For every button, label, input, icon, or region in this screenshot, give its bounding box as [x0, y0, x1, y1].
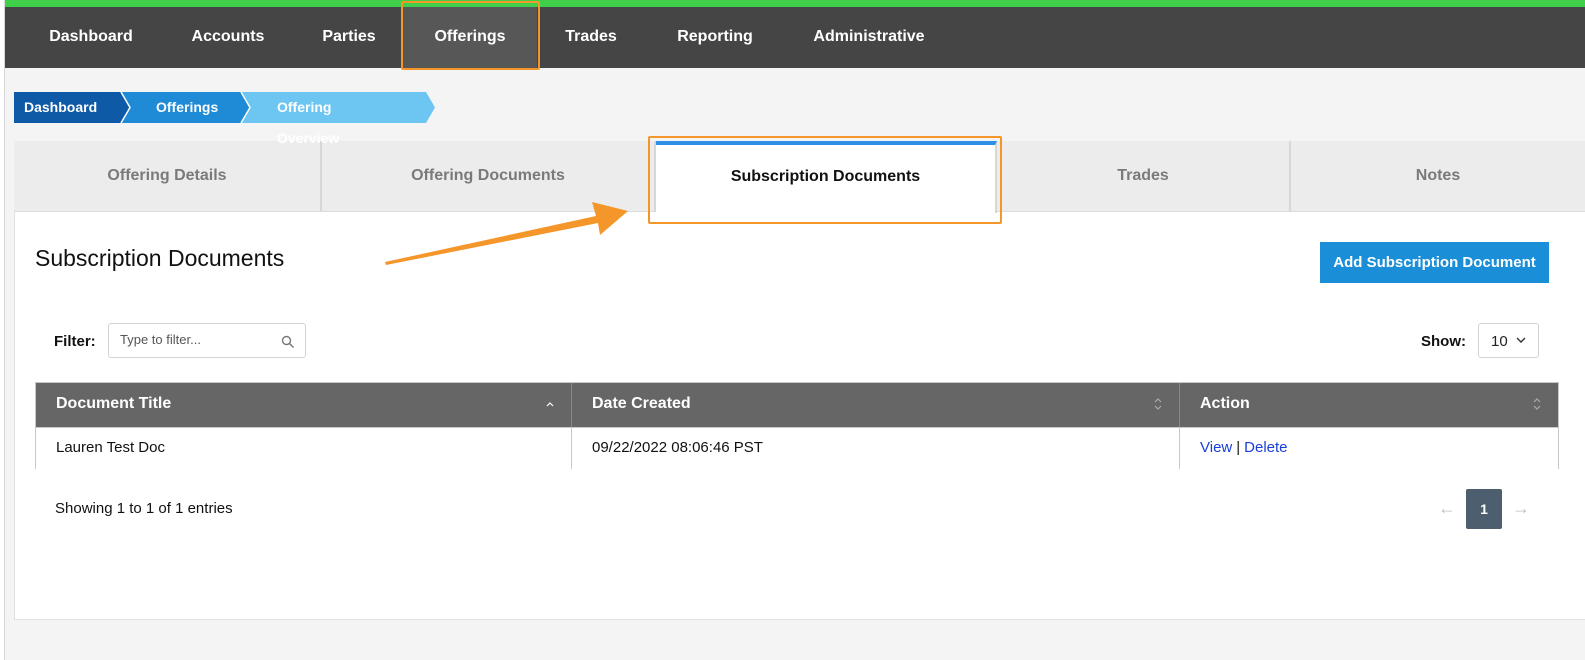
chevron-down-icon — [1516, 337, 1526, 343]
tab-notes[interactable]: Notes — [1291, 141, 1585, 212]
view-link[interactable]: View — [1200, 439, 1232, 456]
documents-table: Document Title Date Created Action Laure… — [35, 382, 1559, 469]
breadcrumb-offering-overview: Offering Overview — [277, 99, 340, 146]
cell-document-title: Lauren Test Doc — [36, 427, 571, 469]
breadcrumb-offerings[interactable]: Offerings — [156, 92, 218, 123]
left-gutter — [0, 0, 5, 660]
nav-administrative[interactable]: Administrative — [794, 7, 944, 68]
breadcrumb-dashboard[interactable]: Dashboard — [24, 92, 97, 123]
column-header-action[interactable]: Action — [1179, 383, 1558, 427]
search-icon — [281, 335, 294, 348]
cell-date-created: 09/22/2022 08:06:46 PST — [571, 427, 1179, 469]
filter-input-box — [108, 323, 306, 358]
previous-page-arrow-icon[interactable]: ← — [1438, 498, 1456, 519]
sort-icon — [1533, 398, 1541, 410]
nav-reporting[interactable]: Reporting — [656, 7, 774, 68]
entries-summary: Showing 1 to 1 of 1 entries — [55, 500, 233, 517]
filter-input[interactable] — [120, 332, 280, 347]
sort-icon — [1154, 398, 1162, 410]
show-label: Show: — [1421, 333, 1466, 350]
sort-asc-icon — [546, 402, 554, 407]
add-subscription-document-button[interactable]: Add Subscription Document — [1320, 242, 1549, 283]
next-page-arrow-icon[interactable]: → — [1512, 498, 1530, 519]
page-size-value: 10 — [1491, 333, 1508, 350]
filter-label: Filter: — [54, 333, 96, 350]
top-nav: Dashboard Accounts Parties Offerings Tra… — [5, 0, 1585, 68]
nav-dashboard[interactable]: Dashboard — [29, 7, 153, 68]
column-header-document-title[interactable]: Document Title — [36, 383, 571, 427]
tab-offering-details[interactable]: Offering Details — [14, 141, 322, 212]
page-size-select[interactable]: 10 — [1478, 323, 1539, 358]
nav-parties[interactable]: Parties — [303, 7, 395, 68]
nav-offerings[interactable]: Offerings — [403, 7, 537, 68]
nav-accounts[interactable]: Accounts — [173, 7, 283, 68]
delete-link[interactable]: Delete — [1244, 439, 1287, 456]
cell-actions: View | Delete — [1179, 427, 1558, 469]
page-1-button[interactable]: 1 — [1466, 489, 1502, 529]
tab-trades[interactable]: Trades — [997, 141, 1291, 212]
tab-bar: Offering Details Offering Documents Subs… — [14, 141, 1585, 213]
column-header-date-created[interactable]: Date Created — [571, 383, 1179, 427]
action-separator: | — [1236, 439, 1241, 456]
nav-trades[interactable]: Trades — [546, 7, 636, 68]
tab-offering-documents[interactable]: Offering Documents — [322, 141, 656, 212]
tab-subscription-documents[interactable]: Subscription Documents — [656, 141, 997, 213]
section-title: Subscription Documents — [35, 245, 285, 271]
